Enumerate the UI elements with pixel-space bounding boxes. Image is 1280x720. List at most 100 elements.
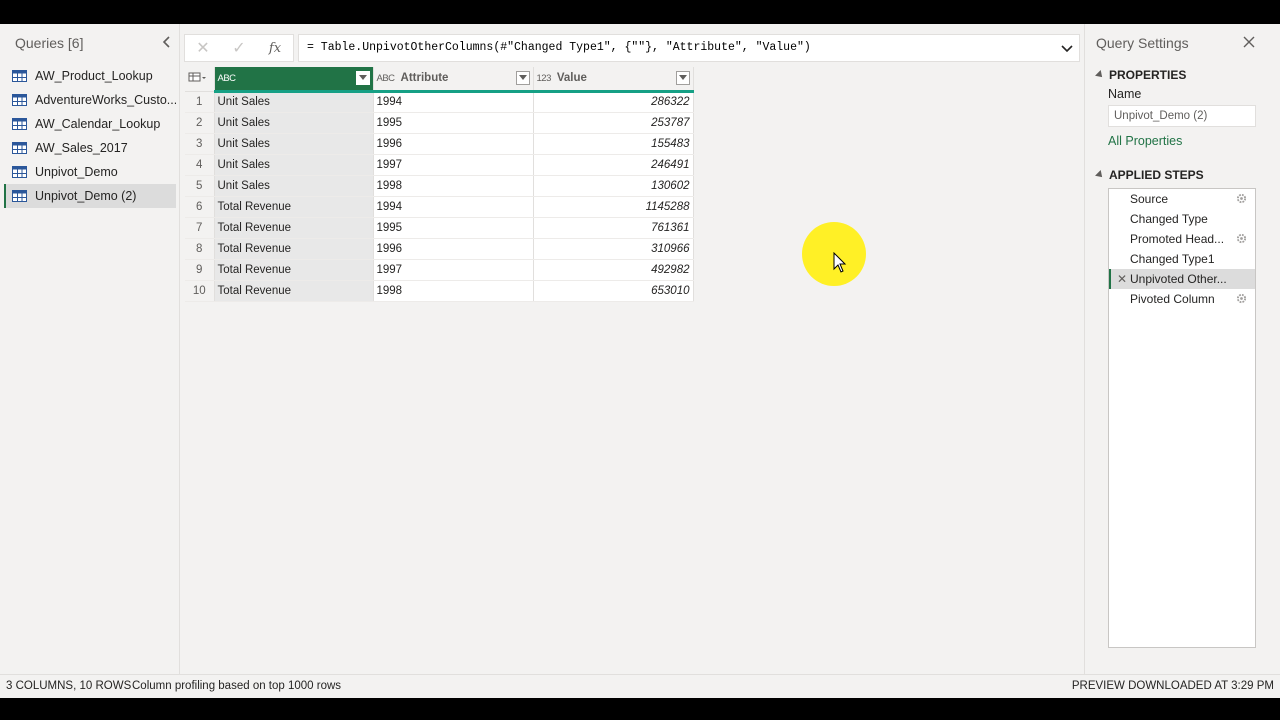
table-cell[interactable]: 1995 bbox=[373, 217, 534, 239]
text-type-icon[interactable]: ABC bbox=[218, 73, 237, 84]
table-cell[interactable]: 1996 bbox=[373, 238, 534, 260]
query-item[interactable]: AW_Product_Lookup bbox=[4, 64, 176, 88]
step-label: Pivoted Column bbox=[1130, 292, 1215, 306]
table-row: 6 Total Revenue 1994 1145288 bbox=[185, 196, 694, 218]
close-icon[interactable] bbox=[1242, 35, 1256, 49]
filter-dropdown-icon[interactable] bbox=[355, 71, 370, 85]
column-header[interactable]: ABC Attribute bbox=[373, 67, 534, 93]
formula-input[interactable]: = Table.UnpivotOtherColumns(#"Changed Ty… bbox=[298, 34, 1080, 62]
table-cell[interactable]: 1995 bbox=[373, 112, 534, 134]
cancel-formula-icon[interactable]: ✕ bbox=[185, 35, 221, 61]
table-cell[interactable]: Unit Sales bbox=[214, 154, 374, 176]
table-row: 3 Unit Sales 1996 155483 bbox=[185, 133, 694, 155]
applied-step[interactable]: Source bbox=[1109, 189, 1255, 209]
table-cell[interactable]: 246491 bbox=[533, 154, 694, 176]
column-header[interactable]: ABC bbox=[214, 67, 374, 93]
applied-step[interactable]: Changed Type1 bbox=[1109, 249, 1255, 269]
gear-icon[interactable] bbox=[1236, 193, 1247, 204]
table-cell[interactable]: 1994 bbox=[373, 91, 534, 113]
query-label: Unpivot_Demo bbox=[35, 165, 118, 179]
table-cell[interactable]: Unit Sales bbox=[214, 175, 374, 197]
applied-step-selected[interactable]: ✕ Unpivoted Other... bbox=[1109, 269, 1255, 289]
table-cell[interactable]: 310966 bbox=[533, 238, 694, 260]
applied-steps-title: APPLIED STEPS bbox=[1109, 168, 1204, 182]
table-row: 10 Total Revenue 1998 653010 bbox=[185, 280, 694, 302]
table-row: 5 Unit Sales 1998 130602 bbox=[185, 175, 694, 197]
table-icon bbox=[12, 142, 27, 154]
column-header-label: Value bbox=[556, 72, 587, 85]
table-cell[interactable]: 1997 bbox=[373, 154, 534, 176]
properties-title: PROPERTIES bbox=[1109, 68, 1187, 82]
query-label: AW_Product_Lookup bbox=[35, 69, 153, 83]
number-type-icon[interactable]: 123 bbox=[537, 73, 552, 84]
column-header[interactable]: 123 Value bbox=[533, 67, 694, 93]
table-cell[interactable]: 155483 bbox=[533, 133, 694, 155]
table-cell[interactable]: Total Revenue bbox=[214, 217, 374, 239]
column-header-label: Attribute bbox=[400, 72, 449, 85]
table-cell[interactable]: Total Revenue bbox=[214, 196, 374, 218]
gear-icon[interactable] bbox=[1236, 293, 1247, 304]
table-cell[interactable]: 1998 bbox=[373, 175, 534, 197]
table-cell[interactable]: 761361 bbox=[533, 217, 694, 239]
table-cell[interactable]: 1997 bbox=[373, 259, 534, 281]
table-cell[interactable]: 130602 bbox=[533, 175, 694, 197]
step-label: Unpivoted Other... bbox=[1130, 272, 1227, 286]
query-label: AdventureWorks_Custo... bbox=[35, 93, 176, 107]
query-item[interactable]: Unpivot_Demo bbox=[4, 160, 176, 184]
table-cell[interactable]: 1998 bbox=[373, 280, 534, 302]
properties-section[interactable]: PROPERTIES bbox=[1095, 68, 1187, 82]
mouse-pointer-icon bbox=[833, 252, 847, 273]
table-cell[interactable]: Unit Sales bbox=[214, 91, 374, 113]
table-cell[interactable]: Total Revenue bbox=[214, 259, 374, 281]
table-icon bbox=[12, 166, 27, 178]
table-cell[interactable]: 1994 bbox=[373, 196, 534, 218]
table-row: 9 Total Revenue 1997 492982 bbox=[185, 259, 694, 281]
applied-steps-list: Source Changed Type Promoted Head... Cha… bbox=[1108, 188, 1256, 648]
filter-dropdown-icon[interactable] bbox=[515, 71, 530, 85]
table-cell[interactable]: Total Revenue bbox=[214, 280, 374, 302]
table-menu-button[interactable] bbox=[185, 67, 215, 92]
query-label: Unpivot_Demo (2) bbox=[35, 189, 137, 203]
commit-formula-icon[interactable]: ✓ bbox=[221, 35, 257, 61]
query-item-selected[interactable]: Unpivot_Demo (2) bbox=[4, 184, 176, 208]
applied-step[interactable]: Changed Type bbox=[1109, 209, 1255, 229]
table-cell[interactable]: 253787 bbox=[533, 112, 694, 134]
table-cell[interactable]: Unit Sales bbox=[214, 112, 374, 134]
data-grid: ABC ABC Attribute 123 Value 1 Unit Sales… bbox=[185, 67, 694, 302]
table-row: 2 Unit Sales 1995 253787 bbox=[185, 112, 694, 134]
query-list: AW_Product_Lookup AdventureWorks_Custo..… bbox=[4, 64, 176, 208]
table-cell[interactable]: 1996 bbox=[373, 133, 534, 155]
table-cell[interactable]: 492982 bbox=[533, 259, 694, 281]
query-item[interactable]: AdventureWorks_Custo... bbox=[4, 88, 176, 112]
table-row: 1 Unit Sales 1994 286322 bbox=[185, 91, 694, 113]
chevron-down-icon[interactable] bbox=[1060, 41, 1074, 55]
all-properties-link[interactable]: All Properties bbox=[1108, 134, 1182, 148]
applied-step[interactable]: Promoted Head... bbox=[1109, 229, 1255, 249]
gear-icon[interactable] bbox=[1236, 233, 1247, 244]
table-icon bbox=[12, 94, 27, 106]
row-number: 9 bbox=[185, 259, 215, 281]
queries-pane-title: Queries [6] bbox=[15, 35, 84, 51]
table-cell[interactable]: 1145288 bbox=[533, 196, 694, 218]
applied-steps-section[interactable]: APPLIED STEPS bbox=[1095, 168, 1204, 182]
applied-step[interactable]: Pivoted Column bbox=[1109, 289, 1255, 309]
table-cell[interactable]: Total Revenue bbox=[214, 238, 374, 260]
text-type-icon[interactable]: ABC bbox=[377, 73, 396, 84]
column-profiling-status[interactable]: Column profiling based on top 1000 rows bbox=[132, 680, 341, 692]
table-menu-icon bbox=[188, 72, 206, 82]
row-number: 1 bbox=[185, 91, 215, 113]
query-item[interactable]: AW_Sales_2017 bbox=[4, 136, 176, 160]
table-cell[interactable]: Unit Sales bbox=[214, 133, 374, 155]
delete-step-icon[interactable]: ✕ bbox=[1117, 272, 1127, 286]
query-item[interactable]: AW_Calendar_Lookup bbox=[4, 112, 176, 136]
function-icon[interactable]: fx bbox=[257, 35, 293, 61]
row-number: 8 bbox=[185, 238, 215, 260]
table-cell[interactable]: 286322 bbox=[533, 91, 694, 113]
row-number: 7 bbox=[185, 217, 215, 239]
row-number: 10 bbox=[185, 280, 215, 302]
filter-dropdown-icon[interactable] bbox=[675, 71, 690, 85]
table-cell[interactable]: 653010 bbox=[533, 280, 694, 302]
table-icon bbox=[12, 118, 27, 130]
query-name-input[interactable]: Unpivot_Demo (2) bbox=[1108, 105, 1256, 127]
collapse-queries-icon[interactable] bbox=[160, 35, 174, 49]
